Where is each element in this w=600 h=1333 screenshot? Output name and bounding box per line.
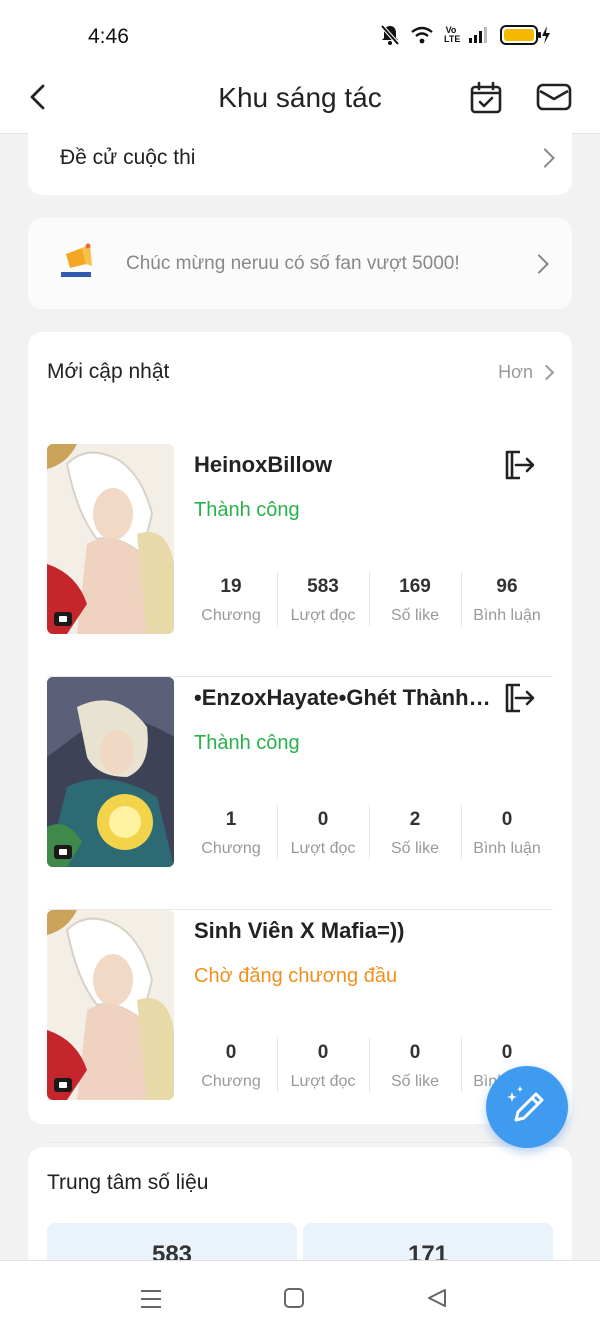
home-square-icon[interactable] xyxy=(283,1287,305,1309)
battery-charging-icon xyxy=(500,25,550,45)
notice-text: Chúc mừng neruu có số fan vượt 5000! xyxy=(126,253,460,274)
stat-reads: 583 Lượt đọc xyxy=(277,570,369,630)
stat-value: 19 xyxy=(220,576,242,597)
volte-label: Vo LTE xyxy=(444,25,461,44)
story-item[interactable]: •EnzoxHayate•Ghét Thành Yêu• Thành công … xyxy=(47,677,553,910)
stat-value: 0 xyxy=(501,1042,513,1063)
stat-label: Bình luận xyxy=(473,607,541,624)
stat-value: 0 xyxy=(501,809,513,830)
stat-reads: 0 Lượt đọc xyxy=(277,1036,369,1096)
stat-value: 583 xyxy=(307,576,339,597)
comment-badge-icon xyxy=(54,612,72,626)
chevron-right-icon xyxy=(538,364,555,381)
stat-reads: 0 Lượt đọc xyxy=(277,803,369,863)
story-stats: 1 Chương 0 Lượt đọc 2 Số like 0 Bình luận xyxy=(185,803,553,863)
stat-value: 169 xyxy=(399,576,431,597)
story-title: HeinoxBillow xyxy=(194,452,333,477)
story-cover-image[interactable] xyxy=(47,444,174,634)
contest-label: Đề cử cuộc thi xyxy=(60,146,196,169)
system-nav-bar xyxy=(0,1260,600,1333)
stat-likes: 169 Số like xyxy=(369,570,461,630)
stat-label: Chương xyxy=(201,840,261,857)
stat-comments: 96 Bình luận xyxy=(461,570,553,630)
trophy-megaphone-icon xyxy=(61,243,92,277)
stat-value: 96 xyxy=(496,576,518,597)
stat-value: 0 xyxy=(409,1042,421,1063)
back-triangle-icon[interactable] xyxy=(426,1287,448,1309)
wifi-icon xyxy=(411,26,433,44)
stat-value: 2 xyxy=(409,809,421,830)
story-status: Thành công xyxy=(194,732,300,754)
story-item[interactable]: Sinh Viên X Mafia=)) Chờ đăng chương đầu… xyxy=(47,910,553,1143)
chevron-right-icon xyxy=(535,148,555,168)
section-title: Trung tâm số liệu xyxy=(47,1171,209,1194)
menu-icon[interactable] xyxy=(139,1288,163,1310)
section-title: Mới cập nhật xyxy=(47,360,170,383)
comment-badge-icon xyxy=(54,845,72,859)
recent-updates-section: Mới cập nhật Hơn HeinoxBillow Thành công xyxy=(28,332,572,1143)
story-item[interactable]: HeinoxBillow Thành công 19 Chương 583 Lượt… xyxy=(47,444,553,677)
stat-comments: 0 Bình luận xyxy=(461,803,553,863)
page-title: Khu sáng tác xyxy=(218,82,382,113)
calendar-check-icon[interactable] xyxy=(468,80,504,116)
write-fab-button[interactable] xyxy=(486,1066,568,1148)
status-time: 4:46 xyxy=(88,25,129,48)
story-cover-image[interactable] xyxy=(47,910,174,1100)
fan-milestone-notice[interactable]: Chúc mừng neruu có số fan vượt 5000! xyxy=(28,218,572,309)
stat-value: 0 xyxy=(225,1042,237,1063)
contest-nomination-row[interactable]: Đề cử cuộc thi xyxy=(28,120,572,195)
status-icons: Vo LTE xyxy=(380,24,550,46)
stat-label: Chương xyxy=(201,607,261,624)
stat-label: Số like xyxy=(390,1073,440,1090)
pencil-sparkle-icon xyxy=(507,1086,544,1122)
stat-label: Số like xyxy=(390,607,440,624)
story-status: Thành công xyxy=(194,499,300,521)
stat-label: Bình luận xyxy=(473,840,541,857)
stat-label: Chương xyxy=(201,1073,261,1090)
signal-icon xyxy=(469,27,487,43)
stat-label: Lượt đọc xyxy=(290,607,356,624)
stat-value: 1 xyxy=(225,809,237,830)
status-bar: 4:46 Vo LTE xyxy=(0,0,600,70)
stat-label: Lượt đọc xyxy=(290,1073,356,1090)
stat-value: 0 xyxy=(317,809,329,830)
exit-door-icon[interactable] xyxy=(502,681,536,715)
story-status: Chờ đăng chương đầu xyxy=(194,965,398,987)
stat-label: Lượt đọc xyxy=(290,840,356,857)
stat-label: Số like xyxy=(390,840,440,857)
story-stats: 19 Chương 583 Lượt đọc 169 Số like 96 Bình l… xyxy=(185,570,553,630)
more-link[interactable]: Hơn xyxy=(498,362,555,383)
exit-door-icon[interactable] xyxy=(502,448,536,482)
stat-value: 0 xyxy=(317,1042,329,1063)
stat-likes: 0 Số like xyxy=(369,1036,461,1096)
bell-muted-icon xyxy=(380,24,400,46)
stat-chapters: 0 Chương xyxy=(185,1036,277,1096)
chevron-right-icon xyxy=(529,254,549,274)
story-title: •EnzoxHayate•Ghét Thành Yêu• xyxy=(194,685,494,710)
story-cover-image[interactable] xyxy=(47,677,174,867)
comment-badge-icon xyxy=(54,1078,72,1092)
more-label: Hơn xyxy=(498,362,533,382)
mail-icon[interactable] xyxy=(536,82,572,112)
stat-chapters: 19 Chương xyxy=(185,570,277,630)
story-title: Sinh Viên X Mafia=)) xyxy=(194,918,405,943)
stat-chapters: 1 Chương xyxy=(185,803,277,863)
stat-likes: 2 Số like xyxy=(369,803,461,863)
